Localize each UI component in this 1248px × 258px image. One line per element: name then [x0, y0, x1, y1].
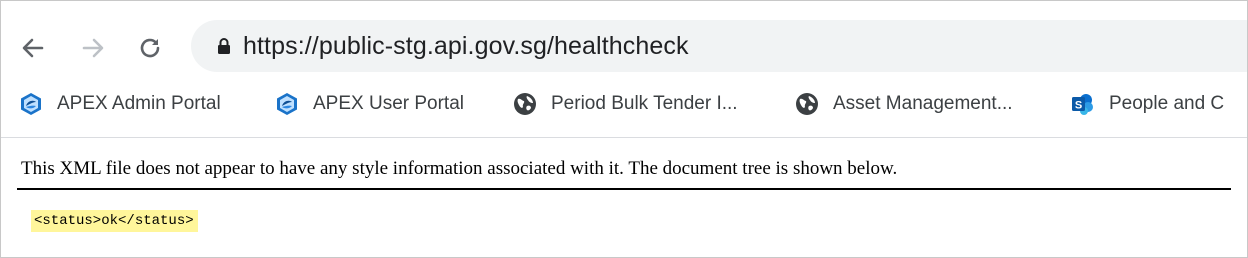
globe-icon [514, 93, 536, 115]
apex-logo-icon [21, 93, 41, 115]
arrow-right-icon [82, 38, 104, 58]
bookmark-apex-admin-portal[interactable]: APEX Admin Portal [19, 86, 221, 122]
browser-toolbar: https://public-stg.api.gov.sg/healthchec… [1, 1, 1247, 75]
bookmark-label: Period Bulk Tender I... [551, 93, 738, 114]
bookmark-asset-management[interactable]: Asset Management... [795, 86, 1013, 122]
svg-text:S: S [1075, 100, 1082, 112]
url-text[interactable]: https://public-stg.api.gov.sg/healthchec… [243, 32, 689, 61]
arrow-left-icon [22, 38, 44, 58]
apex-logo-icon [277, 93, 297, 115]
xml-style-notice: This XML file does not appear to have an… [21, 158, 898, 179]
lock-icon [217, 37, 231, 55]
reload-button[interactable] [135, 33, 165, 63]
forward-button[interactable] [78, 33, 108, 63]
sharepoint-icon: S [1072, 94, 1093, 115]
xml-separator [17, 188, 1231, 190]
bookmark-label: Asset Management... [833, 93, 1013, 114]
bookmark-label: APEX User Portal [313, 93, 464, 114]
bookmark-label: APEX Admin Portal [57, 93, 221, 114]
page-content: This XML file does not appear to have an… [1, 138, 1247, 257]
xml-tree-content: <status>ok</status> [31, 210, 198, 232]
bookmarks-bar: APEX Admin Portal APEX User Portal Perio… [1, 79, 1247, 129]
browser-window: https://public-stg.api.gov.sg/healthchec… [0, 0, 1248, 258]
bookmark-label: People and C [1109, 93, 1225, 114]
bookmark-period-bulk-tender[interactable]: Period Bulk Tender I... [513, 86, 738, 122]
globe-icon [796, 93, 818, 115]
address-bar[interactable]: https://public-stg.api.gov.sg/healthchec… [191, 20, 1247, 72]
bookmark-people-and[interactable]: S People and C [1071, 86, 1224, 122]
bookmark-apex-user-portal[interactable]: APEX User Portal [275, 86, 464, 122]
reload-icon [140, 38, 160, 58]
back-button[interactable] [18, 33, 48, 63]
